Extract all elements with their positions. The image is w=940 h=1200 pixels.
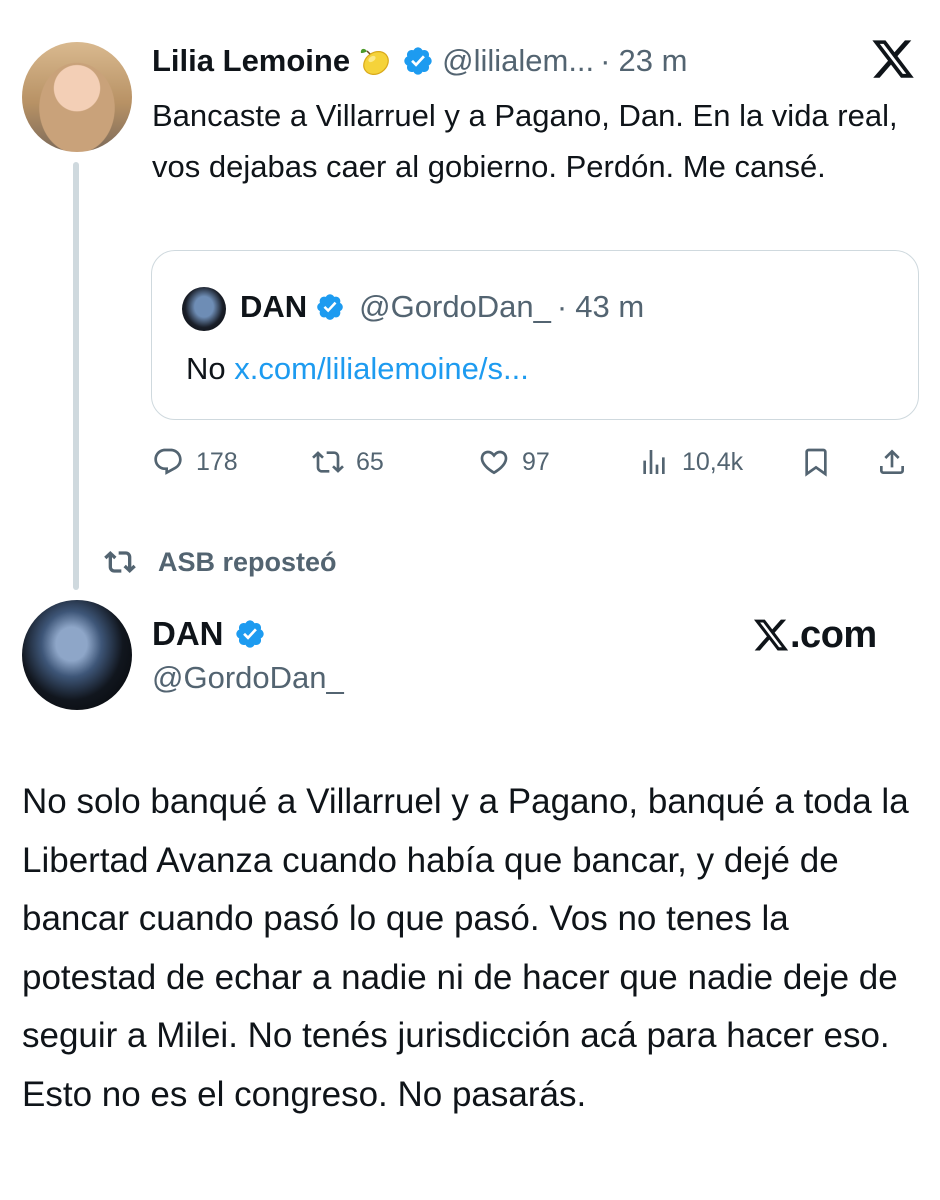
author-name[interactable]: Lilia Lemoine bbox=[152, 43, 350, 79]
repost-icon bbox=[104, 551, 136, 573]
quoted-tweet-text: No x.com/lilialemoine/s... bbox=[186, 347, 529, 391]
quoted-timestamp: 43 m bbox=[575, 289, 645, 324]
tweet-actions: 178 65 97 10,4k bbox=[152, 440, 922, 484]
separator-dot: · bbox=[600, 43, 611, 78]
share-button[interactable] bbox=[876, 440, 908, 484]
lemon-icon bbox=[358, 44, 392, 78]
quoted-author-name: DAN bbox=[240, 289, 308, 324]
tweet-text: Bancaste a Villarruel y a Pagano, Dan. E… bbox=[152, 98, 898, 184]
verified-badge-icon bbox=[234, 618, 266, 650]
x-logo-icon bbox=[753, 619, 789, 651]
reply-count: 178 bbox=[196, 447, 238, 476]
like-count: 97 bbox=[522, 447, 550, 476]
share-icon bbox=[880, 449, 904, 474]
views-icon bbox=[643, 450, 665, 474]
tweet-text: No solo banqué a Villarruel y a Pagano, … bbox=[22, 782, 909, 1114]
xcom-domain-suffix: .com bbox=[790, 613, 877, 656]
author-handle[interactable]: @GordoDan_ bbox=[152, 660, 344, 696]
thread-connector-line bbox=[73, 162, 79, 590]
quoted-tweet-header: DAN @GordoDan_ · 43 m bbox=[240, 285, 644, 329]
repost-context-label[interactable]: ASB reposteó bbox=[158, 547, 337, 578]
quoted-text-body: No bbox=[186, 351, 226, 386]
tweet-header: DAN bbox=[152, 612, 266, 656]
repost-button[interactable]: 65 bbox=[312, 440, 384, 484]
author-name[interactable]: DAN bbox=[152, 615, 224, 653]
verified-badge-icon bbox=[402, 45, 434, 77]
quoted-author-avatar bbox=[182, 287, 226, 331]
bookmark-icon bbox=[805, 448, 827, 477]
reply-icon bbox=[154, 448, 182, 475]
timestamp[interactable]: 23 m bbox=[619, 43, 688, 79]
tweet-header: Lilia Lemoine @lilialem... · 23 m bbox=[152, 38, 687, 84]
repost-count: 65 bbox=[356, 447, 384, 476]
author-handle[interactable]: @lilialem... bbox=[442, 43, 594, 79]
bookmark-button[interactable] bbox=[800, 440, 832, 484]
separator-dot: · bbox=[556, 289, 568, 324]
reply-button[interactable]: 178 bbox=[152, 440, 238, 484]
quoted-author-handle: @GordoDan_ bbox=[359, 289, 551, 324]
verified-badge-icon bbox=[315, 292, 345, 322]
author-avatar[interactable] bbox=[22, 42, 132, 152]
quoted-link[interactable]: x.com/lilialemoine/s... bbox=[234, 351, 529, 386]
views-button[interactable]: 10,4k bbox=[638, 440, 743, 484]
views-count: 10,4k bbox=[682, 447, 744, 476]
x-logo-icon bbox=[870, 36, 916, 82]
xcom-brand: .com bbox=[752, 612, 877, 658]
heart-icon bbox=[480, 450, 508, 475]
repost-context: ASB reposteó bbox=[104, 540, 337, 584]
like-button[interactable]: 97 bbox=[478, 440, 550, 484]
author-avatar[interactable] bbox=[22, 600, 132, 710]
repost-icon bbox=[312, 451, 344, 473]
quoted-tweet-card[interactable]: DAN @GordoDan_ · 43 m No x.com/lilialemo… bbox=[151, 250, 919, 420]
